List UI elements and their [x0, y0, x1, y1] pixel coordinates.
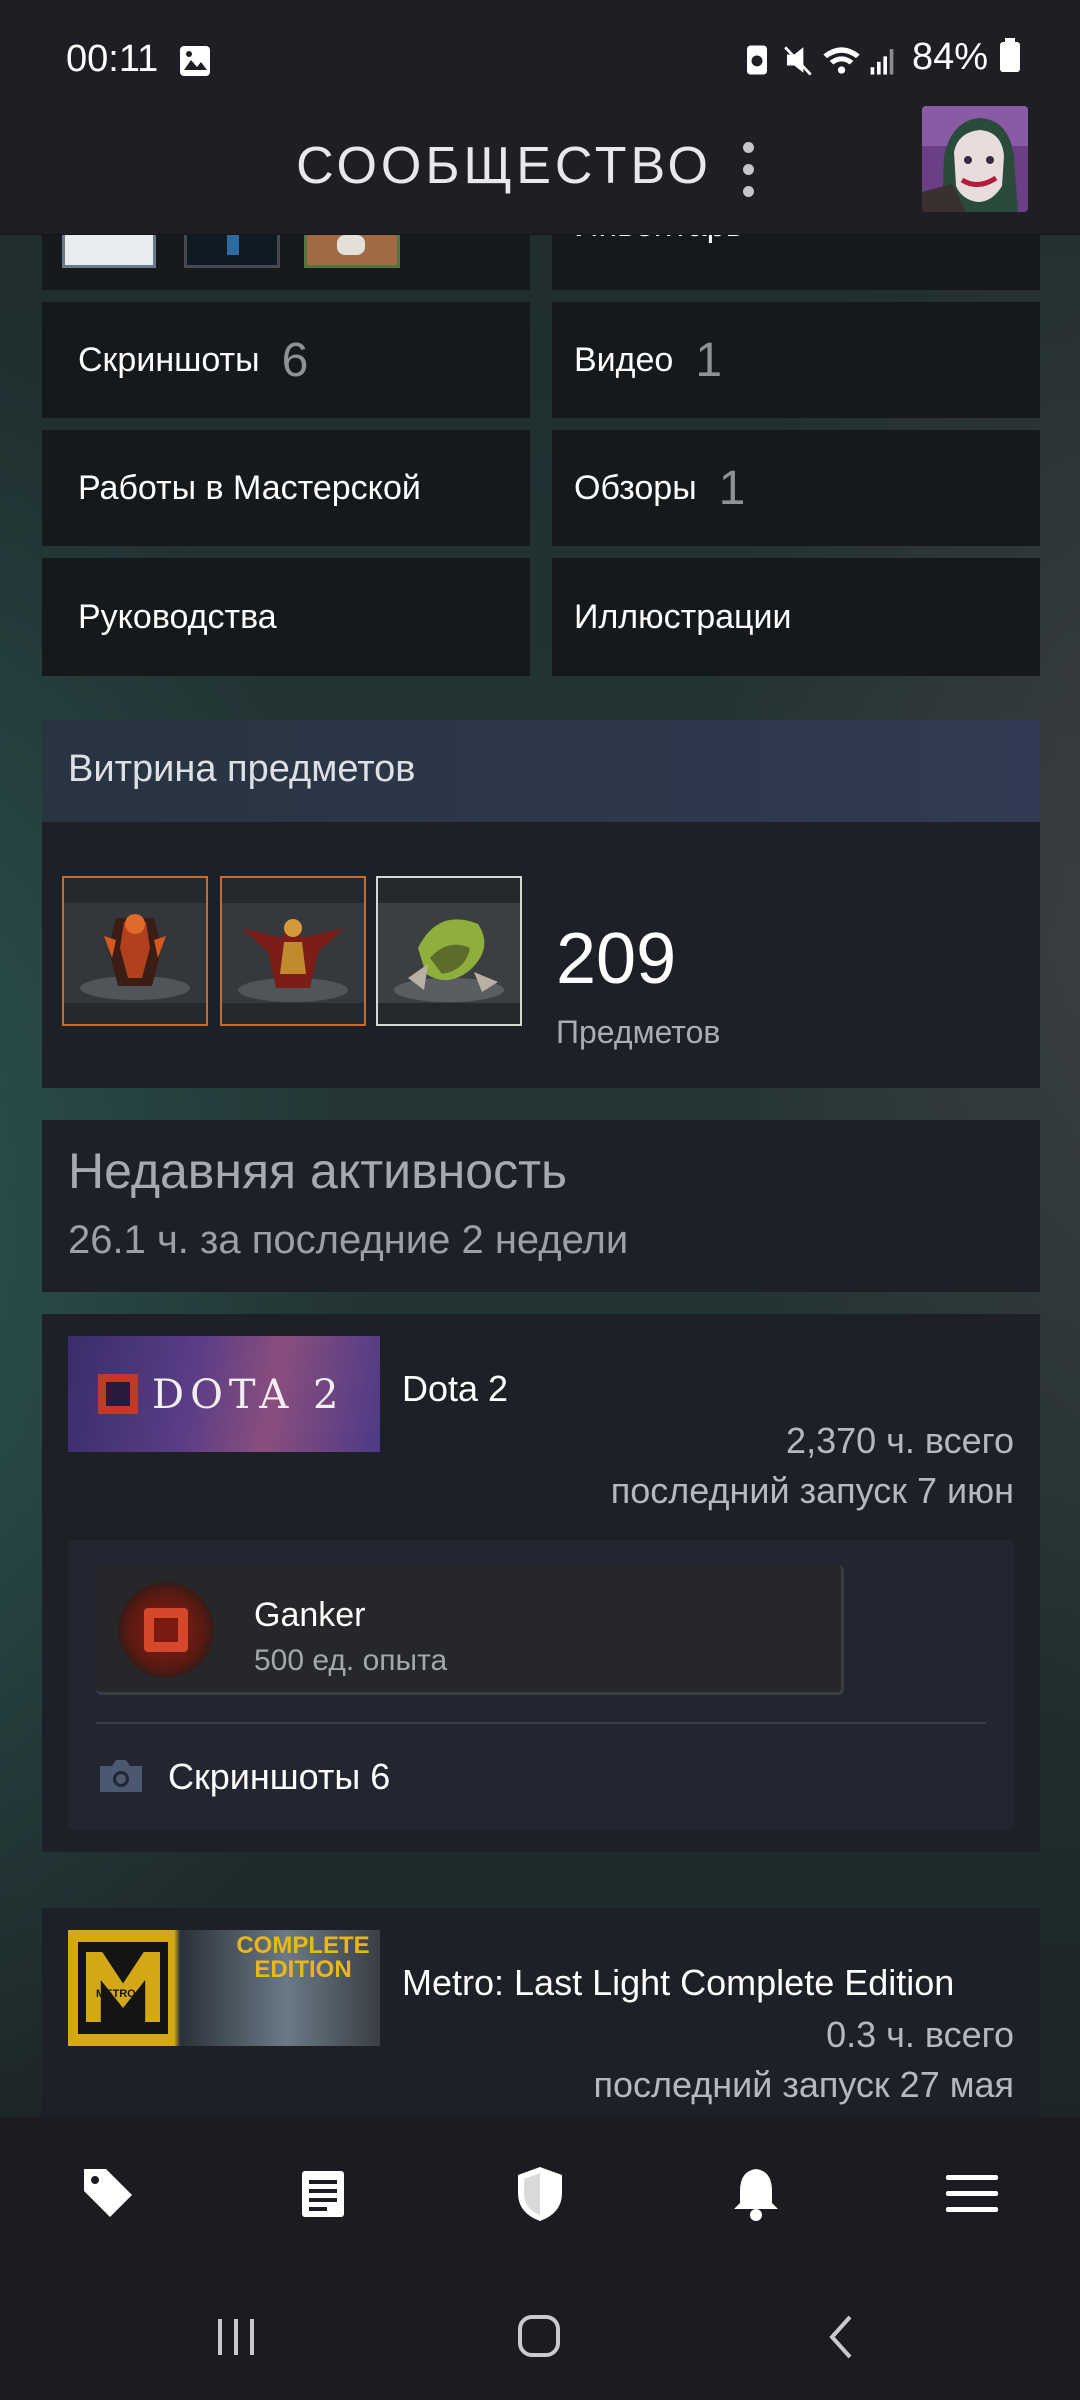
divider [96, 1722, 986, 1724]
battery-level: 84% [912, 36, 1021, 79]
profile-link-label: Иллюстрации [574, 597, 792, 636]
battery-percent: 84% [912, 36, 989, 78]
bell-icon[interactable] [732, 2165, 780, 2223]
profile-link-label: Скриншоты [78, 340, 260, 379]
hero-item-image [64, 903, 206, 1003]
home-icon[interactable] [516, 2313, 562, 2359]
gallery-notification-icon [180, 46, 210, 76]
profile-link-label: Руководства [78, 597, 277, 636]
profile-link-reviews[interactable]: Обзоры 1 [552, 430, 1040, 546]
game-banner-dota2[interactable]: DOTA 2 [68, 1336, 380, 1452]
hero-item-image [222, 903, 364, 1003]
camera-icon [100, 1760, 142, 1792]
game-name[interactable]: Dota 2 [402, 1368, 508, 1410]
achievement-name: Ganker [254, 1596, 366, 1634]
screenshots-link[interactable]: Скриншоты 6 [96, 1752, 496, 1802]
app-header: СООБЩЕСТВО [0, 110, 1080, 235]
showcase-item[interactable] [62, 876, 208, 1026]
profile-link-label: Обзоры [574, 468, 697, 507]
achievement-xp: 500 ед. опыта [254, 1644, 448, 1677]
item-showcase-header: Витрина предметов [42, 720, 1040, 822]
item-showcase-title: Витрина предметов [68, 748, 416, 790]
hero-item-image [378, 903, 520, 1003]
game-banner-text: DOTA 2 [152, 1372, 345, 1418]
news-icon[interactable] [300, 2169, 346, 2219]
profile-link-videos[interactable]: Видео 1 [552, 302, 1040, 418]
mute-icon [784, 46, 812, 76]
game-total-hours: 0.3 ч. всего [826, 2014, 1014, 2055]
hamburger-icon[interactable] [944, 2173, 1000, 2215]
game-banner-metro[interactable]: METRO COMPLETE EDITION [68, 1930, 380, 2046]
shield-icon[interactable] [516, 2165, 564, 2223]
signal-icon [870, 49, 894, 75]
more-options-icon[interactable] [738, 140, 758, 200]
profile-link-count: 6 [281, 333, 309, 387]
game-last-played: последний запуск 7 июн [610, 1470, 1014, 1511]
profile-link-screenshots[interactable]: Скриншоты 6 [42, 302, 530, 418]
showcase-item-count-label: Предметов [556, 1014, 721, 1050]
wifi-icon [823, 47, 860, 74]
profile-link-count: 1 [718, 461, 746, 515]
profile-scroll-area[interactable]: Инвентарь Скриншоты6 Видео1 Работы в Мас… [0, 0, 1080, 2117]
tag-icon[interactable] [80, 2165, 136, 2221]
showcase-item[interactable] [220, 876, 366, 1026]
profile-link-guides[interactable]: Руководства [42, 558, 530, 676]
avatar[interactable] [922, 106, 1028, 212]
status-time: 00:11 [66, 38, 159, 80]
bottom-nav [0, 2117, 1080, 2275]
showcase-item[interactable] [376, 876, 522, 1026]
system-navigation-bar [0, 2275, 1080, 2400]
page-title: СООБЩЕСТВО [296, 137, 712, 195]
game-name[interactable]: Metro: Last Light Complete Edition [402, 1962, 954, 2004]
achievement-icon [118, 1582, 214, 1678]
game-total-hours: 2,370 ч. всего [786, 1420, 1014, 1461]
profile-link-label: Видео [574, 340, 674, 379]
game-banner-text: METRO [96, 1988, 136, 2000]
profile-link-workshop[interactable]: Работы в Мастерской [42, 430, 530, 546]
screenshots-link-label: Скриншоты 6 [168, 1756, 391, 1797]
back-icon[interactable] [824, 2313, 860, 2361]
recent-apps-icon[interactable] [214, 2315, 258, 2359]
recent-activity-title: Недавняя активность [68, 1143, 568, 1199]
battery-saver-icon [747, 45, 767, 75]
game-banner-badge: COMPLETE EDITION [236, 1932, 370, 1983]
profile-link-count: 1 [695, 333, 723, 387]
battery-icon [999, 38, 1020, 72]
game-last-played: последний запуск 27 мая [593, 2064, 1014, 2105]
showcase-item-count: 209 [556, 919, 677, 999]
profile-link-artwork[interactable]: Иллюстрации [552, 558, 1040, 676]
profile-link-label: Работы в Мастерской [78, 468, 421, 507]
recent-activity-subtitle: 26.1 ч. за последние 2 недели [68, 1218, 629, 1262]
status-bar: 00:11 84% [0, 0, 1080, 110]
